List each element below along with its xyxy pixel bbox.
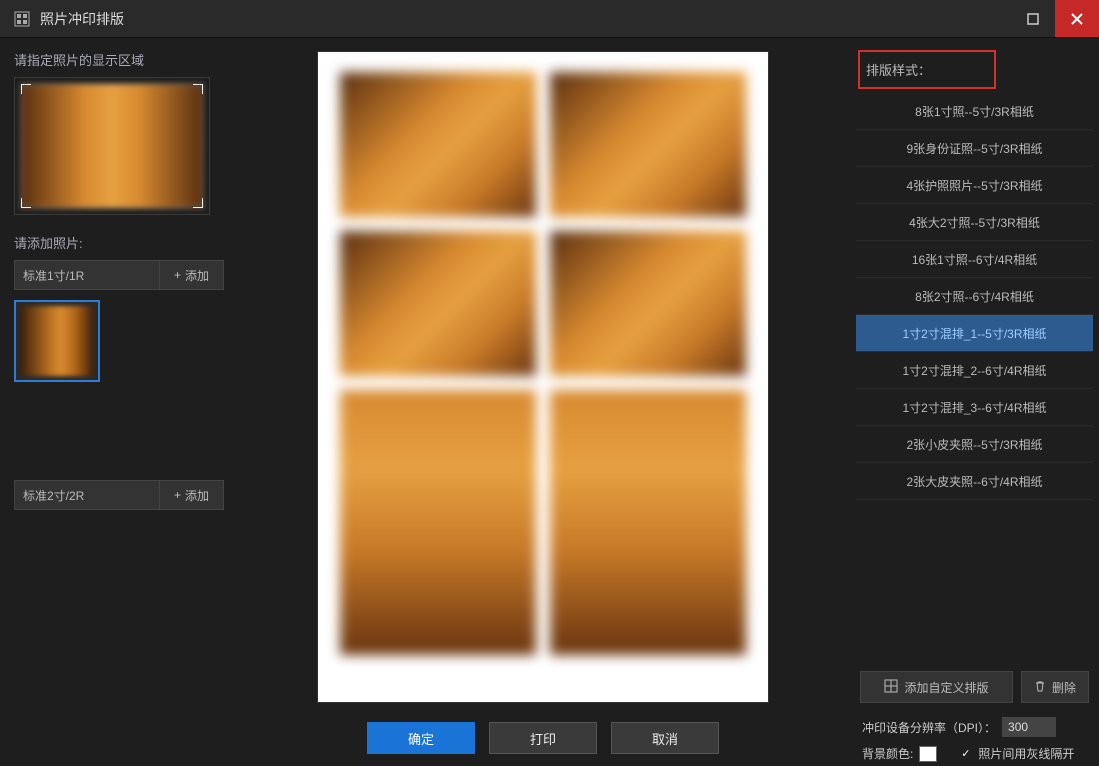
style-list[interactable]: 8张1寸照--5寸/3R相纸9张身份证照--5寸/3R相纸4张护照照片--5寸/…: [856, 93, 1093, 661]
add-button-1[interactable]: + 添加: [159, 261, 223, 289]
ok-button[interactable]: 确定: [367, 722, 475, 754]
plus-icon: +: [174, 488, 181, 502]
bg-color-swatch[interactable]: [919, 746, 937, 762]
titlebar: 照片冲印排版: [0, 0, 1099, 38]
app-icon: [14, 11, 30, 27]
trash-icon: [1034, 680, 1046, 695]
preview-cell: [550, 231, 746, 376]
close-button[interactable]: [1055, 0, 1099, 37]
plus-icon: +: [174, 268, 181, 282]
dpi-row: 冲印设备分辨率（DPI）：: [862, 717, 1087, 737]
size-label-2: 标准2寸/2R: [15, 487, 159, 504]
style-item[interactable]: 8张2寸照--6寸/4R相纸: [856, 278, 1093, 315]
bg-label: 背景颜色:: [862, 745, 913, 762]
maximize-button[interactable]: [1011, 0, 1055, 37]
style-item[interactable]: 1寸2寸混排_3--6寸/4R相纸: [856, 389, 1093, 426]
bottom-actions: 确定 打印 取消: [367, 722, 719, 754]
window-title: 照片冲印排版: [40, 9, 1011, 29]
photo-print-layout-dialog: 照片冲印排版 请指定照片的显示区域 请添加照片:: [0, 0, 1099, 766]
left-panel: 请指定照片的显示区域 请添加照片: 标准1寸/1R + 添加: [0, 38, 236, 766]
style-item[interactable]: 2张小皮夹照--5寸/3R相纸: [856, 426, 1093, 463]
size-label-1: 标准1寸/1R: [15, 267, 159, 284]
delete-button[interactable]: 删除: [1021, 671, 1089, 703]
dpi-label: 冲印设备分辨率（DPI）：: [862, 719, 996, 736]
preview-cell: [340, 390, 536, 655]
style-header: 排版样式：: [858, 50, 996, 89]
style-item[interactable]: 2张大皮夹照--6寸/4R相纸: [856, 463, 1093, 500]
style-item[interactable]: 9张身份证照--5寸/3R相纸: [856, 130, 1093, 167]
add-button-2[interactable]: + 添加: [159, 481, 223, 509]
crop-label: 请指定照片的显示区域: [14, 50, 224, 69]
bg-row: 背景颜色: ✓ 照片间用灰线隔开: [862, 745, 1087, 762]
size-group-2: 标准2寸/2R + 添加: [14, 480, 224, 510]
photo-thumbnail[interactable]: [14, 300, 100, 382]
print-button[interactable]: 打印: [489, 722, 597, 754]
right-panel: 排版样式： 8张1寸照--5寸/3R相纸9张身份证照--5寸/3R相纸4张护照照…: [850, 38, 1099, 766]
add-photo-label: 请添加照片:: [14, 233, 224, 252]
add-custom-layout-button[interactable]: 添加自定义排版: [860, 671, 1013, 703]
style-item[interactable]: 8张1寸照--5寸/3R相纸: [856, 93, 1093, 130]
layout-preview: [318, 52, 768, 702]
style-item[interactable]: 1寸2寸混排_2--6寸/4R相纸: [856, 352, 1093, 389]
preview-cell: [340, 231, 536, 376]
preview-cell: [550, 390, 746, 655]
cancel-button[interactable]: 取消: [611, 722, 719, 754]
size-group-1: 标准1寸/1R + 添加: [14, 260, 224, 290]
center-panel: 确定 打印 取消: [236, 38, 850, 766]
thumb-area-2: [14, 520, 224, 700]
preview-cell: [550, 72, 746, 217]
window-controls: [1011, 0, 1099, 37]
right-actions: 添加自定义排版 删除: [860, 671, 1089, 703]
content-area: 请指定照片的显示区域 请添加照片: 标准1寸/1R + 添加: [0, 38, 1099, 766]
thumb-area-1: [14, 300, 224, 480]
dpi-input[interactable]: [1002, 717, 1056, 737]
style-item[interactable]: 4张护照照片--5寸/3R相纸: [856, 167, 1093, 204]
style-item[interactable]: 1寸2寸混排_1--5寸/3R相纸: [856, 315, 1093, 352]
layout-icon: [884, 679, 898, 696]
crop-preview[interactable]: [14, 77, 210, 215]
style-item[interactable]: 16张1寸照--6寸/4R相纸: [856, 241, 1093, 278]
preview-cell: [340, 72, 536, 217]
separator-label: 照片间用灰线隔开: [978, 745, 1074, 762]
separator-checkbox[interactable]: ✓: [959, 747, 972, 760]
style-item[interactable]: 4张大2寸照--5寸/3R相纸: [856, 204, 1093, 241]
